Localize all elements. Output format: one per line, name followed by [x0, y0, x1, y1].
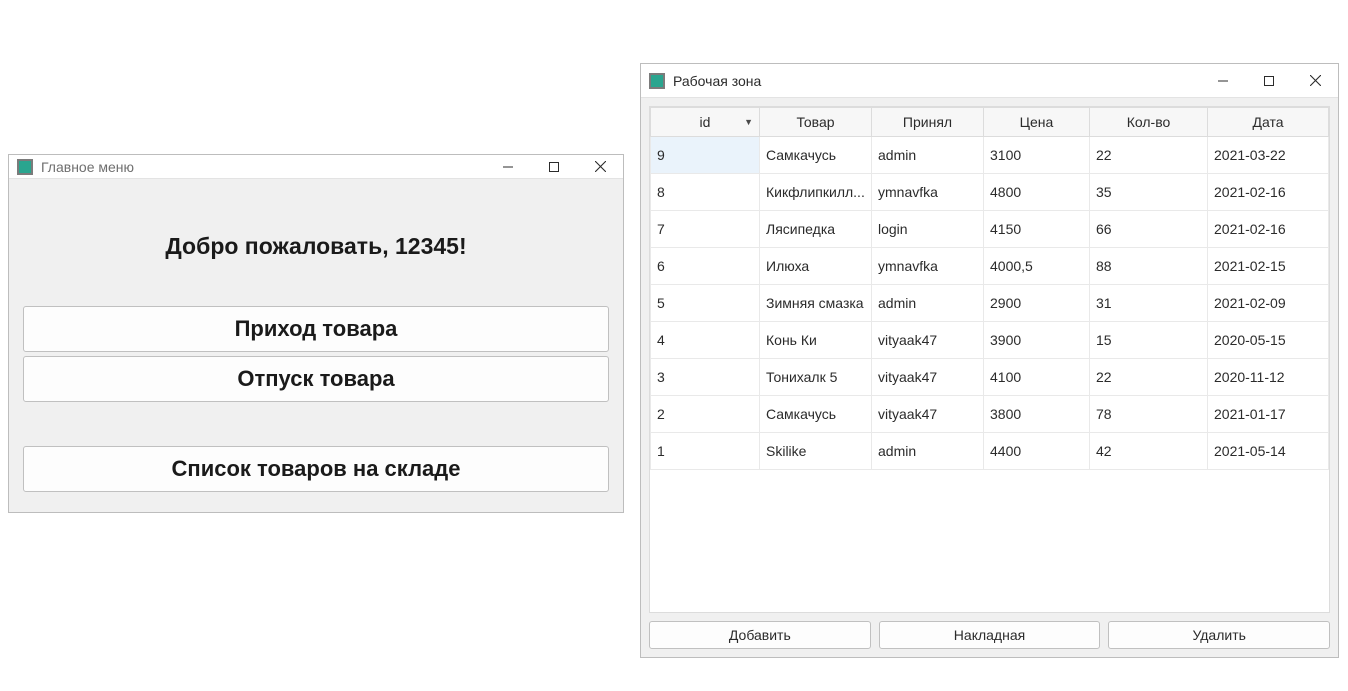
cell-qty[interactable]: 78 [1090, 396, 1208, 433]
cell-id[interactable]: 8 [651, 174, 760, 211]
cell-accepted_by[interactable]: vityaak47 [872, 322, 984, 359]
stock-list-button[interactable]: Список товаров на складе [23, 446, 609, 492]
main-menu-body: Добро пожаловать, 12345! Приход товара О… [9, 179, 623, 512]
cell-id[interactable]: 6 [651, 248, 760, 285]
col-header-accepted-by[interactable]: Принял [872, 108, 984, 137]
cell-date[interactable]: 2021-05-14 [1208, 433, 1329, 470]
table-row[interactable]: 7Лясипедкаlogin4150662021-02-16 [651, 211, 1329, 248]
maximize-button[interactable] [531, 155, 577, 178]
cell-price[interactable]: 3800 [984, 396, 1090, 433]
col-header-id-label: id [700, 114, 711, 130]
table-row[interactable]: 8Кикфлипкилл...ymnavfka4800352021-02-16 [651, 174, 1329, 211]
cell-price[interactable]: 4100 [984, 359, 1090, 396]
cell-item[interactable]: Skilike [760, 433, 872, 470]
work-zone-window: Рабочая зона id [640, 63, 1339, 658]
delete-button[interactable]: Удалить [1108, 621, 1330, 649]
cell-id[interactable]: 3 [651, 359, 760, 396]
table-header-row: id ▼ Товар Принял Цена Кол-во Дата [651, 108, 1329, 137]
work-zone-body: id ▼ Товар Принял Цена Кол-во Дата 9Самк… [641, 98, 1338, 657]
table-row[interactable]: 3Тонихалк 5vityaak474100222020-11-12 [651, 359, 1329, 396]
minimize-button[interactable] [1200, 64, 1246, 97]
maximize-button[interactable] [1246, 64, 1292, 97]
col-header-qty[interactable]: Кол-во [1090, 108, 1208, 137]
cell-id[interactable]: 4 [651, 322, 760, 359]
incoming-goods-button[interactable]: Приход товара [23, 306, 609, 352]
cell-id[interactable]: 2 [651, 396, 760, 433]
col-header-date[interactable]: Дата [1208, 108, 1329, 137]
cell-date[interactable]: 2020-05-15 [1208, 322, 1329, 359]
cell-accepted_by[interactable]: vityaak47 [872, 359, 984, 396]
cell-qty[interactable]: 66 [1090, 211, 1208, 248]
table-row[interactable]: 1Skilikeadmin4400422021-05-14 [651, 433, 1329, 470]
cell-qty[interactable]: 42 [1090, 433, 1208, 470]
cell-price[interactable]: 4000,5 [984, 248, 1090, 285]
cell-date[interactable]: 2021-03-22 [1208, 137, 1329, 174]
table-row[interactable]: 6Илюхаymnavfka4000,5882021-02-15 [651, 248, 1329, 285]
main-menu-title: Главное меню [41, 159, 485, 175]
add-button[interactable]: Добавить [649, 621, 871, 649]
cell-price[interactable]: 4800 [984, 174, 1090, 211]
app-icon [649, 73, 665, 89]
main-menu-window: Главное меню Добро пожаловать, 12345! Пр… [8, 154, 624, 513]
work-zone-titlebar[interactable]: Рабочая зона [641, 64, 1338, 98]
cell-qty[interactable]: 35 [1090, 174, 1208, 211]
cell-item[interactable]: Илюха [760, 248, 872, 285]
col-header-id[interactable]: id ▼ [651, 108, 760, 137]
cell-date[interactable]: 2021-02-09 [1208, 285, 1329, 322]
cell-qty[interactable]: 31 [1090, 285, 1208, 322]
invoice-button[interactable]: Накладная [879, 621, 1101, 649]
cell-id[interactable]: 7 [651, 211, 760, 248]
table-row[interactable]: 4Конь Киvityaak473900152020-05-15 [651, 322, 1329, 359]
welcome-label: Добро пожаловать, 12345! [23, 233, 609, 260]
cell-id[interactable]: 1 [651, 433, 760, 470]
cell-id[interactable]: 9 [651, 137, 760, 174]
cell-item[interactable]: Конь Ки [760, 322, 872, 359]
cell-price[interactable]: 4150 [984, 211, 1090, 248]
work-zone-window-controls [1200, 64, 1338, 97]
work-zone-title: Рабочая зона [673, 73, 1200, 89]
close-button[interactable] [577, 155, 623, 178]
app-icon [17, 159, 33, 175]
table-row[interactable]: 2Самкачусьvityaak473800782021-01-17 [651, 396, 1329, 433]
cell-qty[interactable]: 15 [1090, 322, 1208, 359]
cell-item[interactable]: Тонихалк 5 [760, 359, 872, 396]
cell-price[interactable]: 3100 [984, 137, 1090, 174]
cell-id[interactable]: 5 [651, 285, 760, 322]
cell-price[interactable]: 4400 [984, 433, 1090, 470]
cell-item[interactable]: Самкачусь [760, 396, 872, 433]
cell-date[interactable]: 2021-02-16 [1208, 211, 1329, 248]
outgoing-goods-button[interactable]: Отпуск товара [23, 356, 609, 402]
cell-item[interactable]: Зимняя смазка [760, 285, 872, 322]
cell-qty[interactable]: 88 [1090, 248, 1208, 285]
cell-accepted_by[interactable]: vityaak47 [872, 396, 984, 433]
cell-qty[interactable]: 22 [1090, 137, 1208, 174]
cell-accepted_by[interactable]: ymnavfka [872, 174, 984, 211]
col-header-item[interactable]: Товар [760, 108, 872, 137]
cell-price[interactable]: 3900 [984, 322, 1090, 359]
main-menu-titlebar[interactable]: Главное меню [9, 155, 623, 179]
minimize-button[interactable] [485, 155, 531, 178]
table-row[interactable]: 5Зимняя смазкаadmin2900312021-02-09 [651, 285, 1329, 322]
sort-desc-icon: ▼ [744, 117, 753, 127]
cell-date[interactable]: 2021-02-16 [1208, 174, 1329, 211]
work-zone-bottom-bar: Добавить Накладная Удалить [649, 621, 1330, 649]
cell-accepted_by[interactable]: admin [872, 137, 984, 174]
close-button[interactable] [1292, 64, 1338, 97]
cell-accepted_by[interactable]: ymnavfka [872, 248, 984, 285]
data-grid[interactable]: id ▼ Товар Принял Цена Кол-во Дата 9Самк… [649, 106, 1330, 613]
main-menu-window-controls [485, 155, 623, 178]
cell-accepted_by[interactable]: admin [872, 433, 984, 470]
cell-item[interactable]: Самкачусь [760, 137, 872, 174]
cell-date[interactable]: 2020-11-12 [1208, 359, 1329, 396]
col-header-price[interactable]: Цена [984, 108, 1090, 137]
cell-price[interactable]: 2900 [984, 285, 1090, 322]
table-row[interactable]: 9Самкачусьadmin3100222021-03-22 [651, 137, 1329, 174]
cell-accepted_by[interactable]: admin [872, 285, 984, 322]
cell-date[interactable]: 2021-02-15 [1208, 248, 1329, 285]
cell-item[interactable]: Кикфлипкилл... [760, 174, 872, 211]
cell-accepted_by[interactable]: login [872, 211, 984, 248]
cell-date[interactable]: 2021-01-17 [1208, 396, 1329, 433]
cell-qty[interactable]: 22 [1090, 359, 1208, 396]
cell-item[interactable]: Лясипедка [760, 211, 872, 248]
